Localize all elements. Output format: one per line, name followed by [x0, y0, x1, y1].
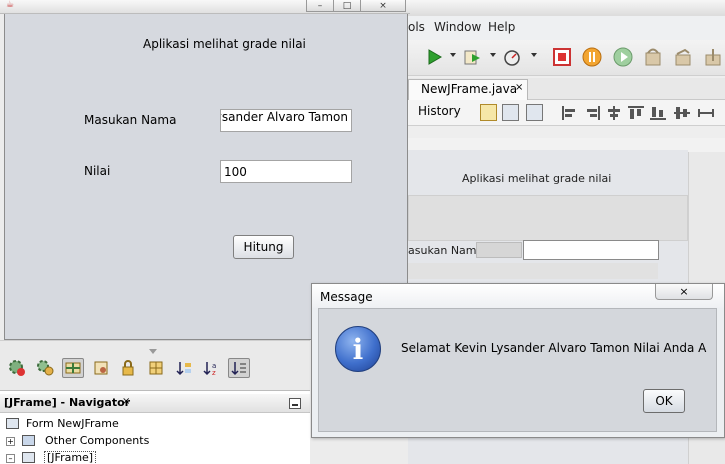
editor-tab-row: NewJFrame.java × [408, 78, 725, 100]
profile-dropdown-icon[interactable] [531, 53, 537, 57]
design-toolbar: History [408, 100, 725, 126]
nama-label: Masukan Nama [84, 113, 177, 127]
navigator-panel: [JFrame] - Navigator × Form NewJFrame + … [0, 390, 310, 464]
ide-toolbar [408, 40, 725, 76]
preview-title: Aplikasi melihat grade nilai [462, 172, 612, 185]
sort-down-icon[interactable] [173, 358, 195, 378]
java-icon: ☕ [6, 0, 15, 10]
navigator-item-other-components[interactable]: + Other Components [0, 433, 300, 449]
preview-label-box [476, 242, 522, 258]
close-icon[interactable]: × [122, 396, 130, 407]
editor-tab-newjframe[interactable]: NewJFrame.java × [408, 79, 528, 100]
menu-window[interactable]: Window [434, 20, 481, 34]
form-icon [6, 418, 19, 429]
ide-menubar: ols Window Help [408, 16, 725, 40]
preview-textfield-nama[interactable] [523, 240, 659, 260]
navigator-item-label: Form NewJFrame [26, 417, 119, 430]
collapse-icon[interactable]: – [6, 454, 15, 463]
navigator-item-label: Other Components [45, 434, 150, 447]
pause-icon[interactable] [580, 45, 604, 69]
properties-icon[interactable] [90, 358, 112, 378]
navigator-item-jframe[interactable]: – [JFrame] [0, 450, 300, 464]
layout-icon[interactable] [145, 358, 167, 378]
step-out-icon[interactable] [701, 45, 725, 69]
splitter-handle[interactable] [149, 349, 157, 354]
profile-icon[interactable] [500, 45, 524, 69]
center-vertically-icon[interactable] [674, 106, 690, 120]
navigator-title: [JFrame] - Navigator [4, 396, 131, 409]
step-over-icon[interactable] [641, 45, 665, 69]
close-icon[interactable]: × [360, 0, 406, 12]
connection-mode-icon[interactable] [502, 104, 519, 121]
maximize-icon[interactable]: □ [333, 0, 361, 12]
expand-icon[interactable]: + [6, 437, 15, 446]
sort-alpha-icon[interactable]: az [200, 358, 222, 378]
align-right-icon[interactable] [584, 106, 600, 120]
run-dropdown-icon[interactable] [450, 53, 456, 57]
editor-tab-label: NewJFrame.java [421, 82, 518, 96]
preview-label-nama: asukan Nama [408, 244, 484, 257]
minimize-window-icon[interactable] [289, 398, 301, 409]
message-dialog: Message × i Selamat Kevin Lysander Alvar… [311, 283, 725, 438]
navigator-item-form[interactable]: Form NewJFrame [0, 416, 300, 432]
resize-horizontal-icon[interactable] [698, 106, 714, 120]
palette-toolbar: az [0, 340, 310, 390]
app-titlebar: ☕ – □ × [0, 0, 410, 14]
hitung-button[interactable]: Hitung [233, 235, 294, 259]
dialog-title: Message [320, 290, 373, 304]
jframe-icon [22, 452, 35, 463]
preview-design-icon[interactable] [526, 104, 543, 121]
show-list-icon[interactable] [228, 358, 250, 378]
close-icon[interactable]: × [655, 284, 713, 300]
align-bottom-icon[interactable] [650, 106, 666, 120]
app-title: Aplikasi melihat grade nilai [143, 37, 306, 51]
selection-mode-icon[interactable] [480, 104, 497, 121]
nama-input[interactable]: Kevin Lysander Alvaro Tamon [220, 109, 352, 132]
center-horizontally-icon[interactable] [606, 106, 622, 120]
preview-spacer [408, 263, 658, 279]
history-button[interactable]: History [418, 104, 461, 118]
nilai-input[interactable] [220, 160, 352, 183]
minimize-icon[interactable]: – [306, 0, 334, 12]
dialog-titlebar: Message × [312, 284, 724, 308]
navigator-item-label: [JFrame] [44, 451, 97, 464]
menu-help[interactable]: Help [488, 20, 515, 34]
menu-tools[interactable]: ols [408, 20, 425, 34]
navigator-header: [JFrame] - Navigator × [0, 394, 310, 413]
build-dropdown-icon[interactable] [490, 53, 496, 57]
gear-red-icon[interactable] [6, 358, 28, 378]
selection-filter-icon[interactable] [62, 358, 84, 378]
stop-icon[interactable] [550, 45, 574, 69]
run-icon[interactable] [422, 45, 446, 69]
dialog-message: Selamat Kevin Lysander Alvaro Tamon Nila… [401, 341, 707, 355]
info-icon: i [335, 326, 381, 372]
close-icon[interactable]: × [515, 82, 523, 93]
ide-title-strip [408, 0, 725, 16]
continue-icon[interactable] [611, 45, 635, 69]
dialog-body: i Selamat Kevin Lysander Alvaro Tamon Ni… [318, 308, 717, 432]
components-icon [22, 435, 35, 446]
gear-icon[interactable] [34, 358, 56, 378]
step-into-icon[interactable] [671, 45, 695, 69]
lock-icon[interactable] [117, 358, 139, 378]
preview-panel [408, 195, 688, 241]
align-left-icon[interactable] [562, 106, 578, 120]
svg-text:z: z [212, 369, 216, 376]
build-icon[interactable] [460, 45, 484, 69]
align-top-icon[interactable] [628, 106, 644, 120]
nilai-label: Nilai [84, 164, 111, 178]
ok-button[interactable]: OK [643, 389, 685, 413]
